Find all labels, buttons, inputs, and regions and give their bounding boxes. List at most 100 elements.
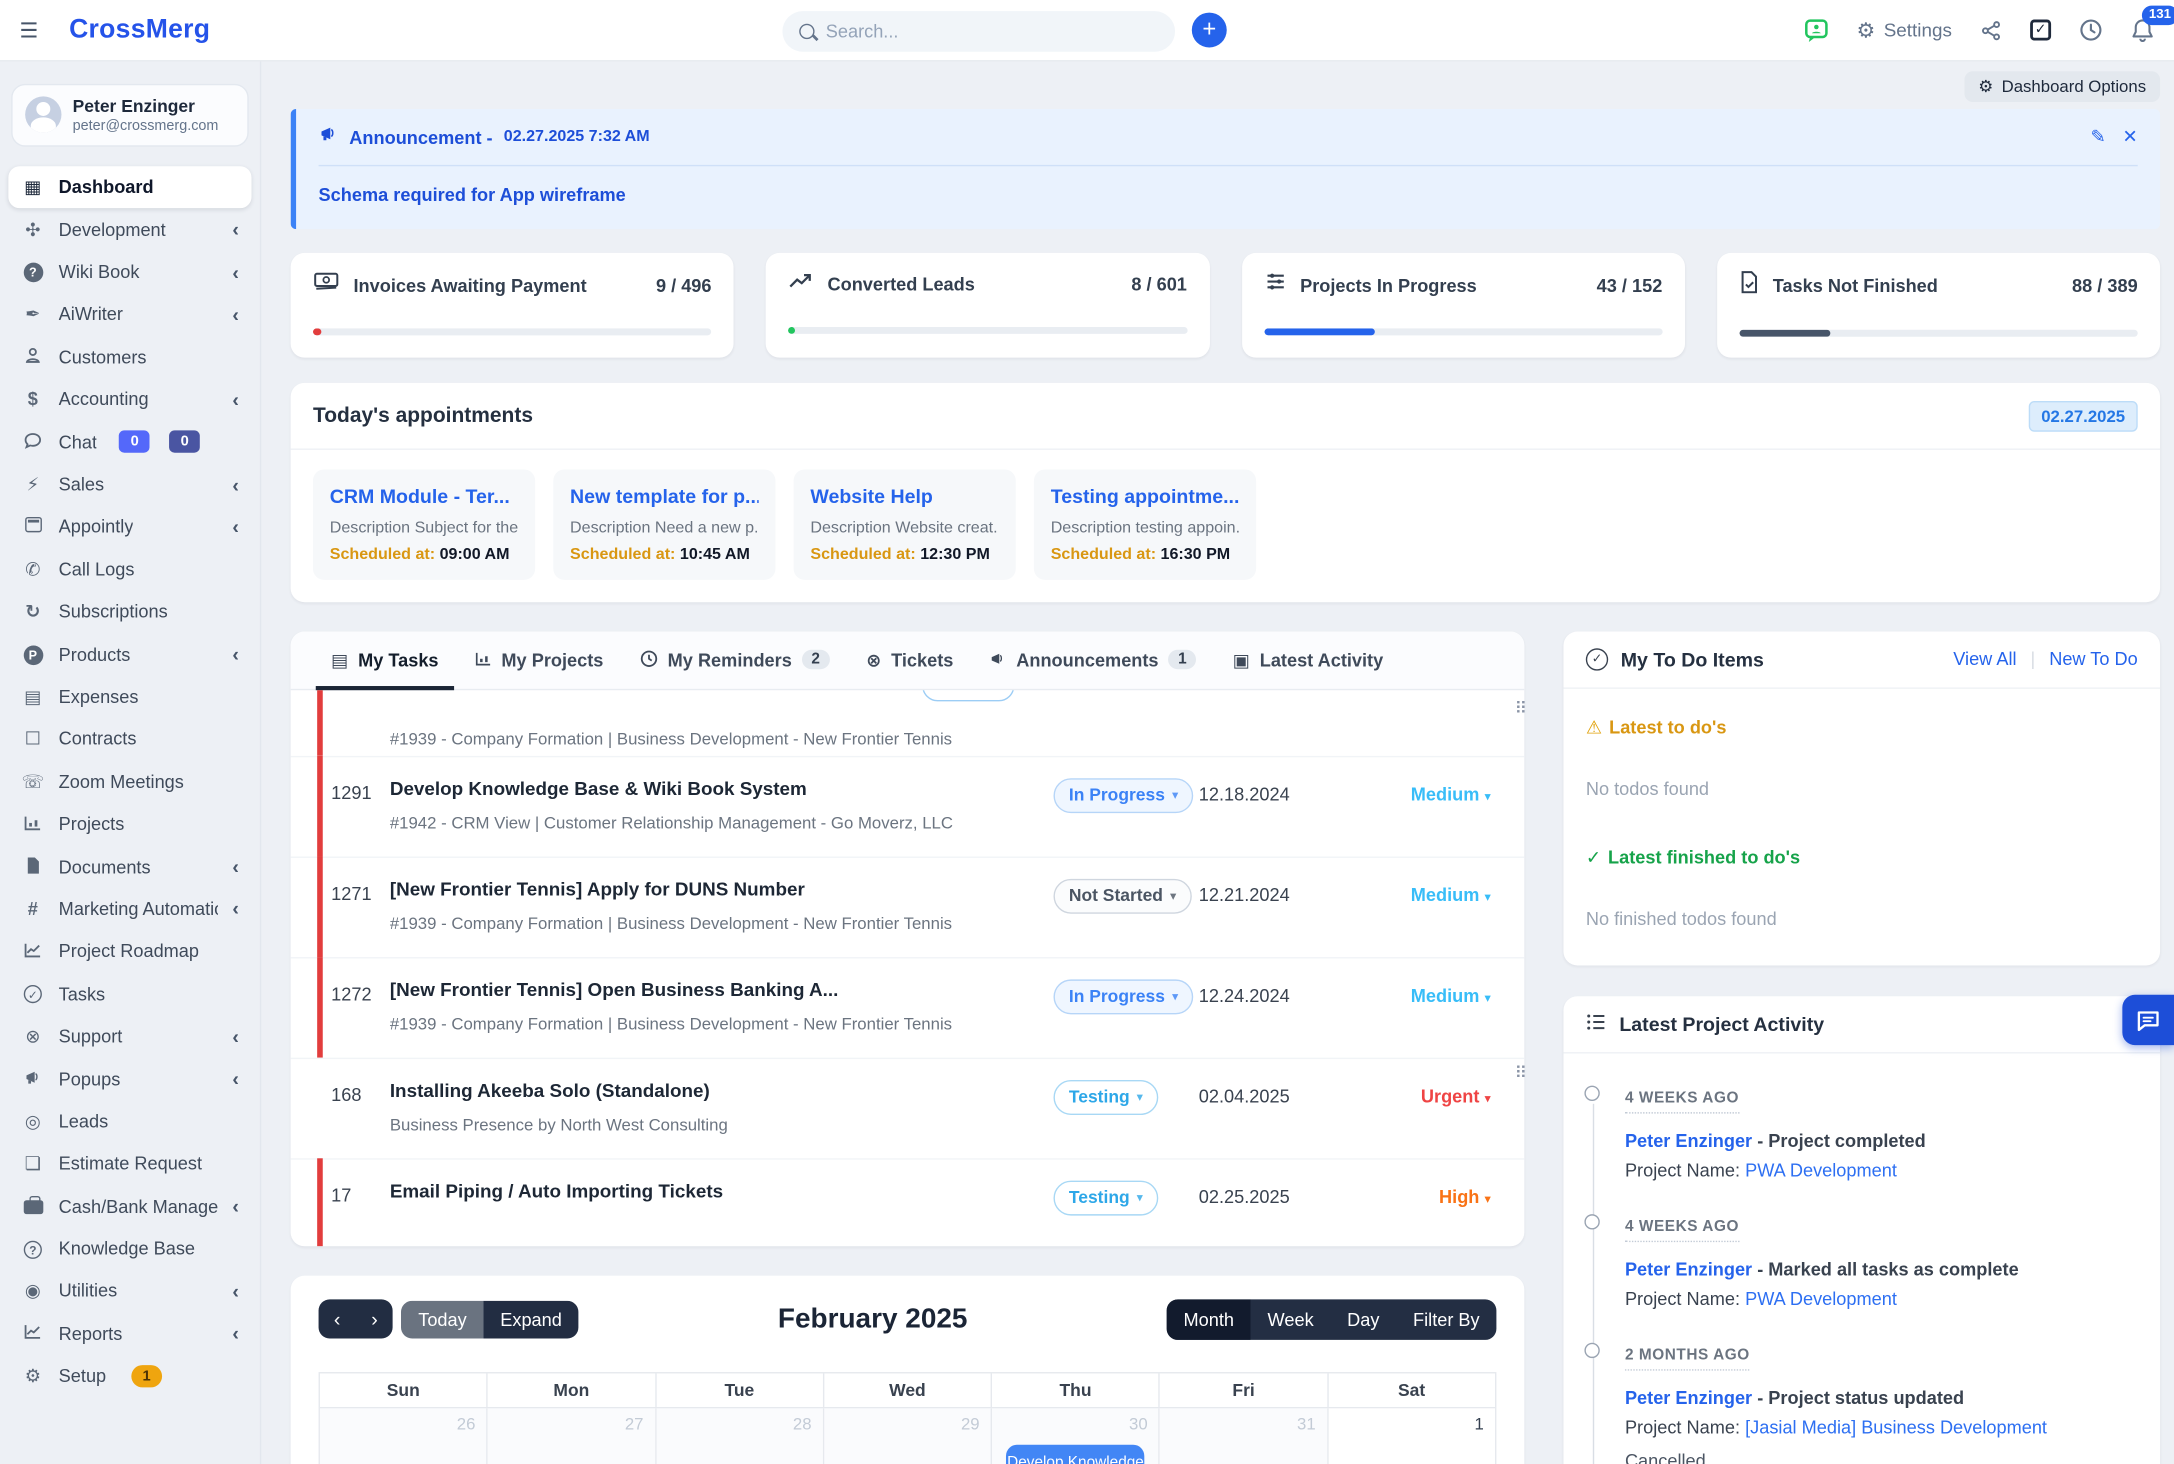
drag-handle-icon[interactable]: ⠿ xyxy=(1515,1065,1526,1082)
sidebar-item-cash-bank-manage[interactable]: Cash/Bank Manage ‹ xyxy=(8,1185,251,1227)
tasks-check-icon[interactable]: ✓ xyxy=(2030,20,2051,41)
calendar-cell[interactable]: 27 xyxy=(488,1408,656,1464)
sidebar-item-zoom-meetings[interactable]: ☏ Zoom Meetings xyxy=(8,760,251,802)
calendar-cell[interactable]: 28 xyxy=(656,1408,824,1464)
appointment-card[interactable]: Website Help Description Website creat..… xyxy=(794,469,1016,579)
calendar-cell[interactable]: 31 xyxy=(1160,1408,1328,1464)
tab-tickets[interactable]: ⊗Tickets xyxy=(848,631,972,688)
hamburger-menu-icon[interactable]: ☰ xyxy=(20,17,39,42)
settings-button[interactable]: ⚙ Settings xyxy=(1857,17,1952,42)
sidebar-item-estimate-request[interactable]: ❏ Estimate Request xyxy=(8,1142,251,1184)
status-dropdown[interactable]: Not Started▾ xyxy=(1053,878,1191,913)
tab-latest-activity[interactable]: ▣Latest Activity xyxy=(1215,631,1402,688)
calendar-view-day[interactable]: Day xyxy=(1330,1299,1396,1340)
sidebar-item-marketing-automation[interactable]: # Marketing Automation ‹ xyxy=(8,888,251,930)
feedback-chat-icon[interactable] xyxy=(1803,17,1828,42)
calendar-cell[interactable]: 26 xyxy=(320,1408,488,1464)
sidebar-item-customers[interactable]: Customers xyxy=(8,336,251,378)
calendar-event[interactable]: Develop Knowledge xyxy=(1006,1444,1145,1464)
calendar-cell[interactable]: 1 xyxy=(1328,1408,1495,1464)
calendar-expand-button[interactable]: Expand xyxy=(483,1300,578,1338)
sidebar-item-chat[interactable]: Chat 0 0 xyxy=(8,421,251,463)
sidebar-item-subscriptions[interactable]: ↻ Subscriptions xyxy=(8,590,251,632)
calendar-next-button[interactable]: › xyxy=(356,1299,393,1338)
calendar-today-button[interactable]: Today xyxy=(401,1300,483,1338)
task-row[interactable]: 1291 Develop Knowledge Base & Wiki Book … xyxy=(291,755,1525,856)
project-link[interactable]: PWA Development xyxy=(1745,1288,1897,1309)
task-row[interactable]: 1271 [New Frontier Tennis] Apply for DUN… xyxy=(291,856,1525,957)
priority-dropdown[interactable]: Urgent ▾ xyxy=(1357,1079,1491,1106)
sidebar-item-development[interactable]: ✣ Development ‹ xyxy=(8,208,251,250)
sidebar-item-expenses[interactable]: ▤ Expenses xyxy=(8,675,251,717)
chat-fab-button[interactable] xyxy=(2122,995,2174,1045)
sidebar-item-setup[interactable]: ⚙ Setup 1 xyxy=(8,1355,251,1397)
appointment-card[interactable]: New template for p... Description Need a… xyxy=(553,469,775,579)
sidebar-item-knowledge-base[interactable]: ? Knowledge Base xyxy=(8,1227,251,1269)
appointments-date-chip[interactable]: 02.27.2025 xyxy=(2029,400,2138,431)
drag-handle-icon[interactable]: ⠿ xyxy=(1515,700,1526,717)
sidebar-item-utilities[interactable]: ◉ Utilities ‹ xyxy=(8,1270,251,1312)
calendar-filter-by[interactable]: Filter By xyxy=(1396,1299,1496,1340)
stat-card-tasks-not-finished[interactable]: Tasks Not Finished 88 / 389 xyxy=(1717,253,2160,357)
app-logo[interactable]: CrossMerg xyxy=(69,15,210,46)
calendar-cell[interactable]: 29 xyxy=(824,1408,992,1464)
sidebar-item-accounting[interactable]: $ Accounting ‹ xyxy=(8,378,251,420)
sidebar-item-documents[interactable]: Documents ‹ xyxy=(8,845,251,887)
calendar-view-week[interactable]: Week xyxy=(1251,1299,1331,1340)
sidebar-item-dashboard[interactable]: ▦ Dashboard xyxy=(8,166,251,208)
tab-my-reminders[interactable]: My Reminders2 xyxy=(622,631,848,688)
user-link[interactable]: Peter Enzinger xyxy=(1625,1258,1752,1279)
task-row[interactable]: 168 Installing Akeeba Solo (Standalone) … xyxy=(291,1057,1525,1158)
sidebar-item-products[interactable]: P Products ‹ xyxy=(8,633,251,675)
status-dropdown[interactable]: Testing▾ xyxy=(1053,1180,1158,1215)
edit-icon[interactable]: ✎ xyxy=(2090,126,2105,148)
tab-my-projects[interactable]: My Projects xyxy=(457,631,622,688)
clock-icon[interactable] xyxy=(2079,18,2103,42)
calendar-cell[interactable]: 30 Develop Knowledge xyxy=(992,1408,1160,1464)
sidebar-item-projects[interactable]: Projects xyxy=(8,803,251,845)
sidebar-item-support[interactable]: ⊗ Support ‹ xyxy=(8,1015,251,1057)
priority-dropdown[interactable]: Medium ▾ xyxy=(1357,778,1491,805)
new-todo-link[interactable]: New To Do xyxy=(2049,648,2138,669)
status-dropdown[interactable]: In Progress▾ xyxy=(1053,979,1193,1014)
stat-card-converted-leads[interactable]: Converted Leads 8 / 601 xyxy=(766,253,1209,357)
status-dropdown[interactable]: Testing▾ xyxy=(1053,1079,1158,1114)
dashboard-options-button[interactable]: ⚙ Dashboard Options xyxy=(1964,71,2160,102)
profile-card[interactable]: Peter Enzinger peter@crossmerg.com xyxy=(11,84,249,146)
sidebar-item-wiki-book[interactable]: ? Wiki Book ‹ xyxy=(8,251,251,293)
status-dropdown[interactable]: In Progress▾ xyxy=(1053,778,1193,813)
appointment-card[interactable]: CRM Module - Ter... Description Subject … xyxy=(313,469,535,579)
stat-card-projects-in-progress[interactable]: Projects In Progress 43 / 152 xyxy=(1241,253,1684,357)
task-row[interactable]: 17 Email Piping / Auto Importing Tickets… xyxy=(291,1158,1525,1246)
sidebar-item-sales[interactable]: ⚡ Sales ‹ xyxy=(8,463,251,505)
task-row-partial[interactable]: #1939 - Company Formation | Business Dev… xyxy=(291,690,1525,756)
user-link[interactable]: Peter Enzinger xyxy=(1625,1387,1752,1408)
sidebar-item-project-roadmap[interactable]: Project Roadmap xyxy=(8,930,251,972)
sidebar-item-popups[interactable]: Popups ‹ xyxy=(8,1057,251,1099)
priority-dropdown[interactable]: Medium ▾ xyxy=(1357,979,1491,1006)
task-row[interactable]: 1272 [New Frontier Tennis] Open Business… xyxy=(291,956,1525,1057)
view-all-link[interactable]: View All xyxy=(1953,648,2016,669)
project-link[interactable]: PWA Development xyxy=(1745,1159,1897,1180)
share-icon[interactable] xyxy=(1980,19,2002,41)
calendar-view-month[interactable]: Month xyxy=(1167,1299,1251,1340)
add-button[interactable]: + xyxy=(1192,13,1227,48)
calendar-prev-button[interactable]: ‹ xyxy=(319,1299,356,1338)
sidebar-item-tasks[interactable]: ✓ Tasks xyxy=(8,973,251,1015)
appointment-card[interactable]: Testing appointme... Description testing… xyxy=(1034,469,1256,579)
sidebar-item-call-logs[interactable]: ✆ Call Logs xyxy=(8,548,251,590)
search-input[interactable]: Search... xyxy=(782,11,1175,52)
sidebar-item-leads[interactable]: ◎ Leads xyxy=(8,1100,251,1142)
sidebar-item-reports[interactable]: Reports ‹ xyxy=(8,1312,251,1354)
sidebar-item-appointly[interactable]: Appointly ‹ xyxy=(8,505,251,547)
project-link[interactable]: [Jasial Media] Business Development xyxy=(1745,1416,2047,1437)
tab-my-tasks[interactable]: ▤My Tasks xyxy=(313,631,457,688)
tab-announcements[interactable]: Announcements1 xyxy=(972,631,1215,688)
sidebar-item-contracts[interactable]: ☐ Contracts xyxy=(8,718,251,760)
stat-card-invoices[interactable]: Invoices Awaiting Payment 9 / 496 xyxy=(291,253,734,357)
close-icon[interactable]: ✕ xyxy=(2122,126,2137,148)
notifications-bell-icon[interactable]: 131 xyxy=(2131,17,2155,42)
priority-dropdown[interactable]: High ▾ xyxy=(1357,1180,1491,1207)
priority-dropdown[interactable]: Medium ▾ xyxy=(1357,878,1491,905)
sidebar-item-aiwriter[interactable]: ✒ AiWriter ‹ xyxy=(8,293,251,335)
